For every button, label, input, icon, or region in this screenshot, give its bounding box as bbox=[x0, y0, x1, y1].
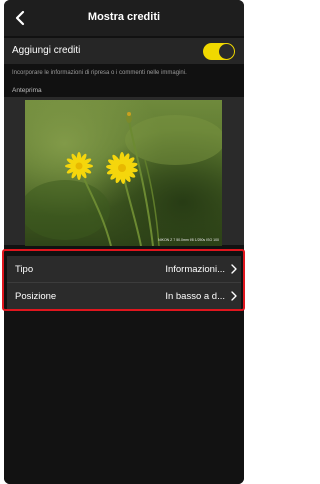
page-title: Mostra crediti bbox=[87, 11, 161, 23]
add-credits-row: Aggiungi crediti bbox=[4, 38, 244, 64]
description-text: Incorporare le informazioni di ripresa o… bbox=[12, 70, 187, 76]
type-label: Tipo bbox=[15, 264, 34, 275]
add-credits-toggle[interactable] bbox=[203, 43, 235, 60]
toggle-knob bbox=[219, 44, 234, 59]
setting-row-type[interactable]: Tipo Informazioni... bbox=[7, 256, 241, 282]
position-value: In basso a d... bbox=[165, 291, 225, 302]
setting-row-position[interactable]: Posizione In basso a d... bbox=[7, 283, 241, 309]
preview-watermark: NIKON Z 7 50.0mm f/8 1/250s ISO 100 bbox=[158, 238, 219, 242]
top-bar: Mostra crediti bbox=[4, 0, 244, 36]
preview-image: NIKON Z 7 50.0mm f/8 1/250s ISO 100 bbox=[25, 100, 222, 246]
preview-label: Anteprima bbox=[12, 87, 42, 94]
empty-area bbox=[4, 311, 244, 484]
add-credits-label: Aggiungi crediti bbox=[12, 45, 81, 56]
phone-screen: Mostra crediti Aggiungi crediti Incorpor… bbox=[4, 0, 244, 484]
chevron-right-icon bbox=[231, 291, 237, 301]
type-value: Informazioni... bbox=[165, 264, 225, 275]
chevron-right-icon bbox=[231, 264, 237, 274]
position-label: Posizione bbox=[15, 291, 57, 302]
